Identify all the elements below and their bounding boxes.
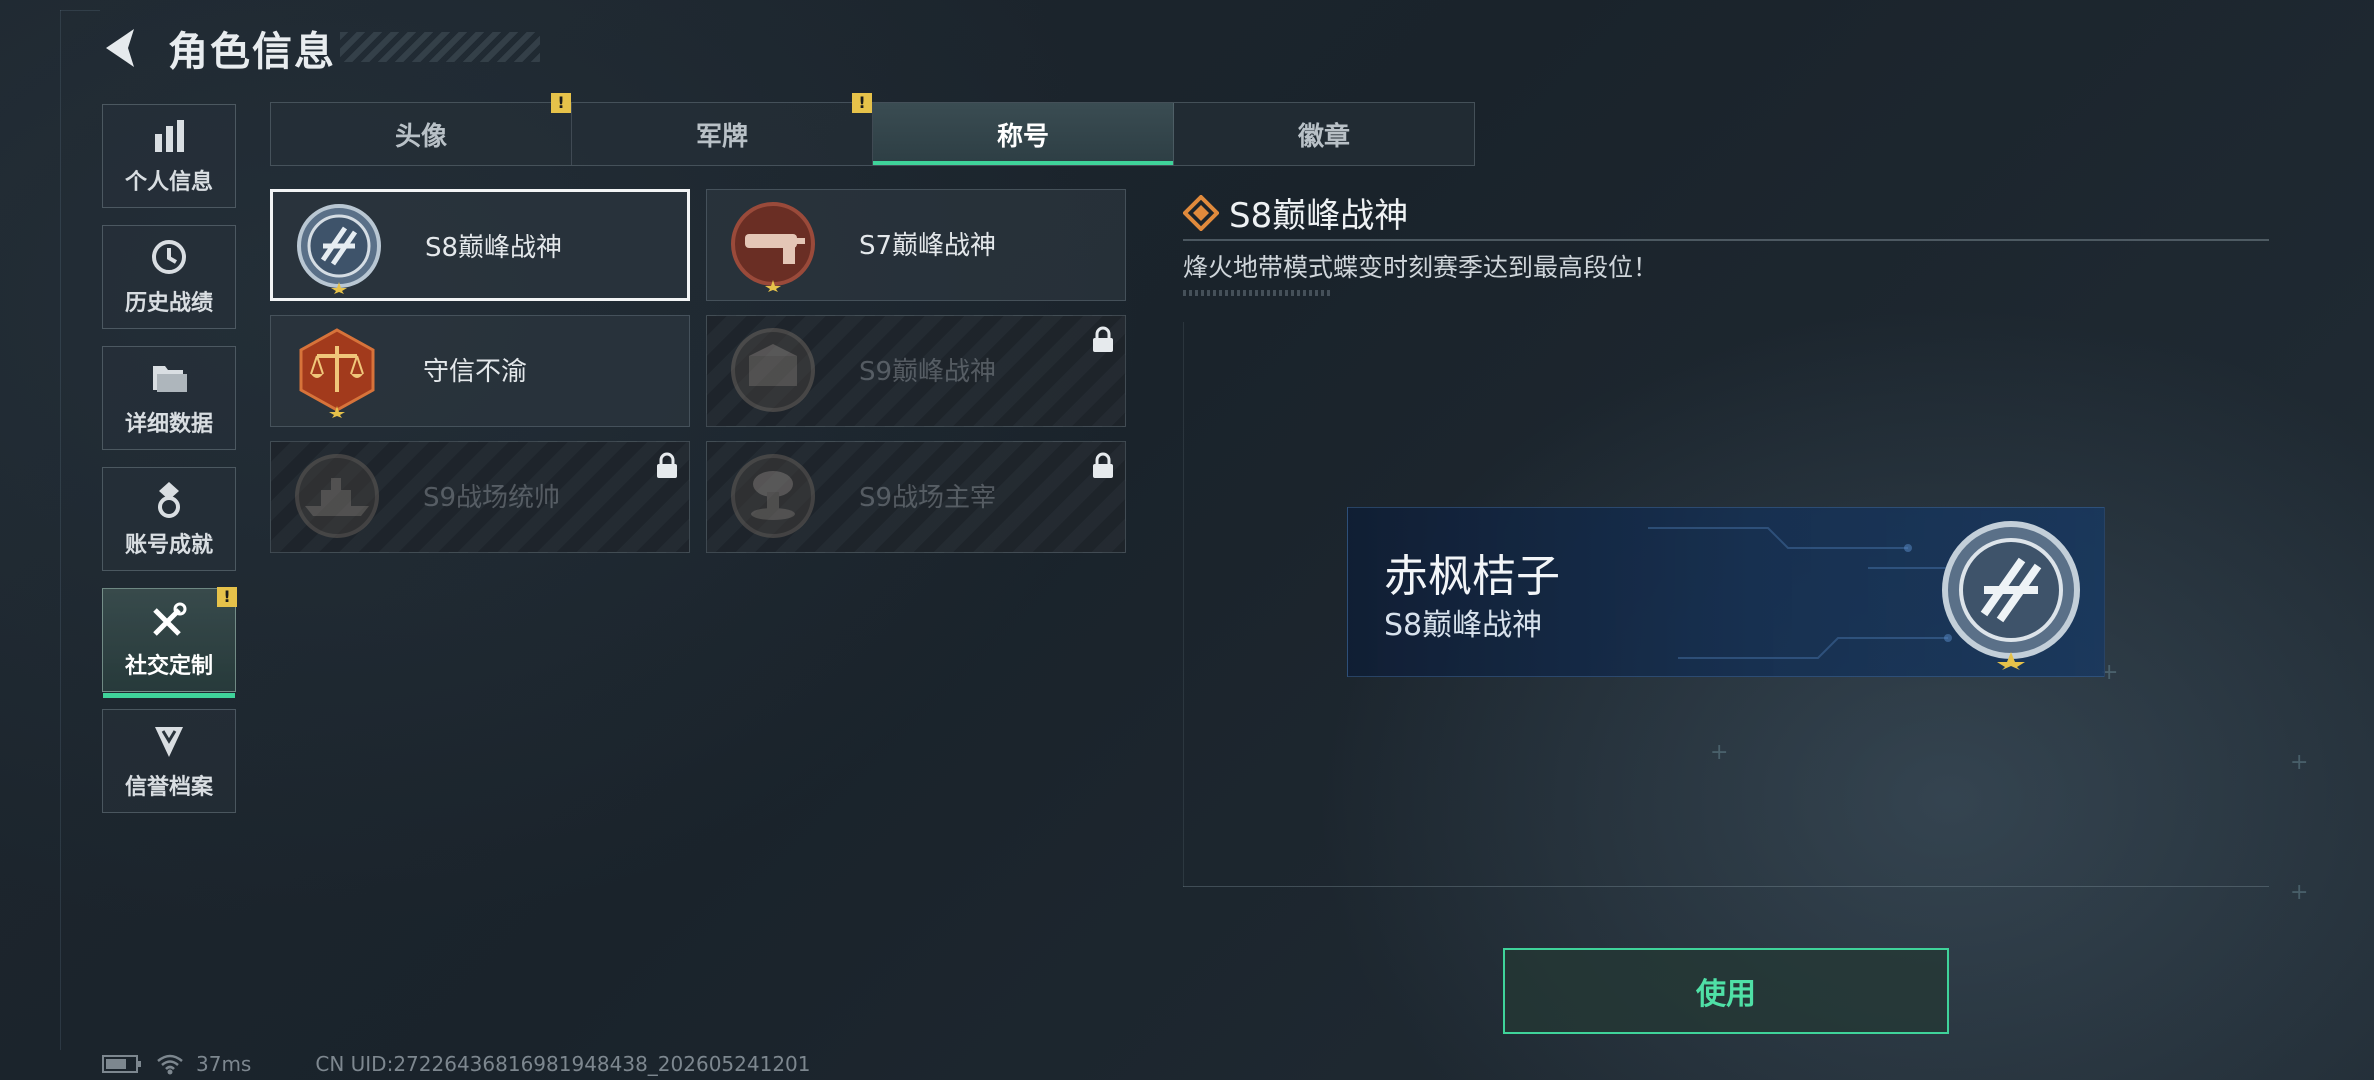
title-preview-banner: 赤枫桔子 S8巅峰战神	[1347, 507, 2105, 677]
mushroom-cloud-emblem-icon	[731, 454, 815, 538]
title-card[interactable]: S9巅峰战神	[706, 315, 1126, 427]
ping-value: 37ms	[196, 1052, 252, 1076]
bar-chart-icon	[155, 120, 184, 152]
title-card-name: 守信不渝	[423, 357, 528, 387]
tab-avatar[interactable]: 头像 !	[271, 93, 572, 165]
sidebar-item-label: 社交定制	[124, 654, 213, 679]
page-header: 角色信息	[100, 18, 336, 78]
s8-peak-emblem-icon	[1942, 521, 2080, 670]
title-card[interactable]: S9战场统帅	[270, 441, 690, 553]
title-card[interactable]: S9战场主宰	[706, 441, 1126, 553]
s9-peak-emblem-icon	[731, 328, 815, 412]
tab-bar: 头像 ! 军牌 ! 称号 徽章	[270, 93, 1475, 166]
status-bar: 37ms CN UID:27226436816981948438_2026052…	[102, 1052, 811, 1076]
tab-label: 军牌	[695, 121, 748, 152]
sidebar-item-label: 详细数据	[124, 412, 213, 437]
scales-emblem-icon	[299, 328, 375, 418]
frame-line-top	[60, 10, 100, 11]
player-name: 赤枫桔子	[1384, 551, 1560, 602]
title-card[interactable]: S8巅峰战神	[270, 189, 690, 301]
warning-badge: !	[852, 93, 872, 113]
crosshair-mark: +	[2290, 880, 2309, 905]
tab-title[interactable]: 称号	[873, 103, 1174, 165]
sidebar-item-label: 信誉档案	[124, 775, 213, 800]
tab-badge[interactable]: 徽章	[1174, 103, 1474, 165]
shield-chevron-icon	[155, 727, 183, 757]
warning-badge: !	[217, 587, 237, 607]
sidebar-item-label: 个人信息	[124, 170, 213, 195]
title-card[interactable]: S7巅峰战神	[706, 189, 1126, 301]
title-card-name: S8巅峰战神	[425, 233, 563, 263]
s8-peak-emblem-icon	[297, 204, 381, 294]
title-card-name: S9战场统帅	[423, 483, 561, 513]
medal-icon	[158, 482, 180, 518]
warning-badge: !	[551, 93, 571, 113]
decorative-dots	[1183, 290, 1333, 296]
detail-description: 烽火地带模式蝶变时刻赛季达到最高段位！	[1183, 253, 1659, 282]
lock-icon	[657, 452, 677, 478]
sidebar-item-detail-data[interactable]: 详细数据	[102, 346, 236, 450]
title-card[interactable]: 守信不渝	[270, 315, 690, 427]
sidebar-item-personal-info[interactable]: 个人信息	[102, 104, 236, 208]
sidebar-item-history[interactable]: 历史战绩	[102, 225, 236, 329]
title-card-name: S9战场主宰	[859, 483, 997, 513]
lock-icon	[1093, 452, 1113, 478]
diamond-icon	[1183, 194, 1219, 231]
sidebar-item-social-custom[interactable]: ! 社交定制	[102, 587, 237, 698]
tab-label: 头像	[394, 121, 447, 152]
s7-peak-emblem-icon	[731, 202, 815, 292]
tab-label: 称号	[996, 121, 1049, 152]
history-clock-icon	[152, 240, 186, 274]
sidebar-item-achievements[interactable]: 账号成就	[102, 467, 236, 571]
sidebar-item-label: 历史战绩	[124, 291, 213, 316]
detail-header: S8巅峰战神	[1183, 188, 1408, 237]
crosshair-mark: +	[2290, 750, 2309, 775]
battleship-emblem-icon	[295, 454, 379, 538]
tab-label: 徽章	[1297, 121, 1350, 152]
lock-icon	[1093, 326, 1113, 352]
wifi-icon	[157, 1054, 183, 1075]
title-card-name: S9巅峰战神	[859, 357, 997, 387]
divider	[1183, 239, 2269, 241]
page-title: 角色信息	[168, 29, 336, 75]
preview-title: S8巅峰战神	[1384, 608, 1543, 643]
sidebar: 个人信息 历史战绩 详细数据 账号成就 ! 社交定制 信誉档案	[102, 104, 238, 830]
uid-text: CN UID:27226436816981948438_202605241201	[315, 1052, 811, 1076]
detail-title: S8巅峰战神	[1229, 196, 1409, 236]
frame-line-left	[60, 10, 61, 1050]
tab-dogtag[interactable]: 军牌 !	[572, 93, 873, 165]
sidebar-item-label: 账号成就	[124, 533, 213, 558]
wrench-screwdriver-icon	[153, 602, 187, 636]
title-card-name: S7巅峰战神	[859, 231, 997, 261]
divider	[1183, 886, 2269, 887]
back-arrow-icon[interactable]	[100, 25, 146, 71]
battery-icon	[102, 1055, 141, 1073]
use-button[interactable]: 使用	[1503, 948, 1949, 1034]
header-stripes	[340, 32, 540, 62]
sidebar-item-reputation[interactable]: 信誉档案	[102, 709, 236, 813]
folder-icon	[153, 366, 187, 392]
